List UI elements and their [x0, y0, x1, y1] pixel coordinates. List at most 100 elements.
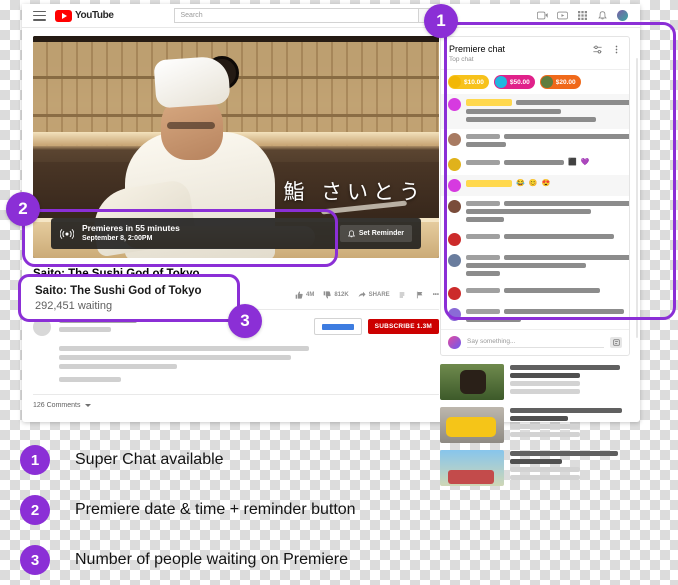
save-button[interactable]: [399, 291, 407, 299]
chat-emoji: ⬛: [568, 159, 577, 166]
chat-text-placeholder: [466, 142, 506, 147]
create-video-icon[interactable]: [537, 11, 548, 20]
chat-message-avatar: [448, 308, 461, 321]
page-scrollbar[interactable]: [636, 58, 638, 338]
comments-count: 126 Comments: [33, 402, 81, 409]
video-player[interactable]: 鮨 さいとう Premieres in 55 minutes September…: [33, 36, 439, 258]
superchat-amount: $50.00: [509, 78, 530, 86]
set-reminder-button[interactable]: Set Reminder: [339, 225, 412, 242]
legend-badge: 3: [20, 545, 50, 575]
hamburger-menu-icon[interactable]: [33, 10, 46, 21]
chat-emoji: 😂: [516, 180, 525, 187]
chat-message-body: [466, 308, 624, 325]
superchat-amount: $20.00: [555, 78, 576, 86]
youtube-logo-text: YouTube: [75, 10, 114, 21]
youtube-apps-icon[interactable]: [557, 11, 568, 20]
chat-text-placeholder: [466, 317, 521, 322]
youtube-window: YouTube Search 鮨 さいとう Premieres in 55 mi…: [22, 4, 640, 486]
chat-message[interactable]: 😂 😊 😍: [441, 175, 629, 196]
join-button[interactable]: [313, 318, 362, 335]
share-label: SHARE: [368, 292, 390, 298]
chat-message[interactable]: [441, 250, 629, 283]
premiere-chat-panel: Premiere chat Top chat $10.00 $50.00 $20…: [440, 36, 630, 356]
chat-message-line: [466, 142, 629, 147]
recommended-text-placeholder: [510, 373, 580, 378]
chat-message[interactable]: [441, 196, 629, 229]
chat-more-options-icon[interactable]: [612, 45, 621, 54]
comments-header[interactable]: 126 Comments: [33, 402, 440, 409]
search-input[interactable]: Search: [173, 8, 418, 23]
chat-message-avatar: [448, 287, 461, 300]
chat-emoji: 😊: [528, 180, 538, 187]
chat-message[interactable]: [441, 283, 629, 304]
chat-message[interactable]: [441, 129, 629, 154]
chat-message-avatar: [448, 158, 461, 171]
recommended-text-placeholder: [510, 416, 568, 421]
video-meta-row: 292,451 waiting 4M 812K SHARE •••: [33, 287, 439, 303]
description-line: [59, 346, 309, 351]
chat-input[interactable]: Say something...: [467, 338, 604, 348]
subscribe-button[interactable]: SUBSCRIBE 1.3M: [367, 319, 439, 334]
search-bar[interactable]: Search: [173, 8, 448, 23]
more-options-button[interactable]: •••: [433, 292, 439, 298]
like-button[interactable]: 4M: [295, 291, 314, 299]
superchat-pill[interactable]: $50.00: [493, 75, 535, 89]
chat-send-button[interactable]: [610, 337, 622, 348]
save-playlist-icon: [399, 292, 405, 298]
description-line: [59, 377, 121, 382]
chat-message[interactable]: [441, 229, 629, 250]
chat-user-avatar: [448, 336, 461, 349]
dislike-button[interactable]: 812K: [323, 291, 349, 299]
chat-filter-icon[interactable]: [593, 45, 602, 54]
share-button[interactable]: SHARE: [358, 291, 390, 299]
chat-title-group: Premiere chat Top chat: [449, 43, 505, 64]
notifications-bell-icon[interactable]: [597, 11, 608, 20]
chevron-down-icon[interactable]: [85, 404, 92, 407]
chat-message-line: 😂 😊 😍: [466, 180, 622, 187]
chat-message-body: [466, 98, 629, 125]
chat-username-placeholder: [466, 288, 500, 293]
video-action-row: 4M 812K SHARE •••: [295, 291, 439, 299]
recommended-text-placeholder: [510, 365, 620, 370]
thumbs-up-icon: [295, 291, 303, 299]
chat-message[interactable]: [441, 94, 629, 129]
channel-avatar[interactable]: [33, 318, 51, 336]
header-icon-group: [537, 10, 634, 21]
legend-text: Premiere date & time + reminder button: [75, 501, 356, 518]
grid-apps-icon[interactable]: [577, 11, 588, 20]
more-options-icon: •••: [432, 292, 439, 298]
youtube-logo[interactable]: YouTube: [55, 9, 114, 22]
page-title: Saito: The Sushi God of Tokyo: [33, 268, 200, 280]
chat-subtitle[interactable]: Top chat: [449, 55, 505, 64]
superchat-pill[interactable]: $20.00: [539, 75, 581, 89]
callout-badge-1: 1: [424, 4, 458, 38]
chat-text-placeholder: [466, 109, 561, 114]
chat-text-placeholder: [466, 217, 504, 222]
legend-row: 2 Premiere date & time + reminder button: [20, 485, 660, 535]
chat-message[interactable]: [441, 304, 629, 329]
chat-text-placeholder: [504, 234, 614, 239]
chef-hat-decor: [153, 55, 231, 109]
subscribe-label: SUBSCRIBE 1.3M: [374, 323, 432, 330]
channel-name-placeholder: [59, 318, 137, 323]
chat-message-body: ⬛ 💜: [466, 158, 622, 171]
chat-header-icons: [593, 43, 621, 54]
chat-message-line: [466, 255, 629, 260]
chat-message-line: [466, 134, 629, 139]
chat-message-avatar: [448, 200, 461, 213]
chat-username-placeholder: [466, 255, 500, 260]
chat-text-placeholder: [504, 160, 564, 165]
chat-message-body: [466, 254, 629, 279]
account-avatar[interactable]: [617, 10, 628, 21]
superchat-avatar: [449, 76, 461, 88]
like-count: 4M: [305, 292, 315, 298]
superchat-amount: $10.00: [464, 78, 484, 86]
legend-badge: 2: [20, 495, 50, 525]
report-button[interactable]: [416, 291, 424, 299]
chat-message[interactable]: ⬛ 💜: [441, 154, 629, 175]
superchat-pill[interactable]: $10.00: [448, 75, 489, 89]
search-placeholder: Search: [180, 12, 203, 19]
chat-message-list[interactable]: ⬛ 💜 😂 😊 😍: [441, 94, 629, 329]
chat-text-placeholder: [504, 288, 600, 293]
recommended-video-item[interactable]: [440, 364, 636, 400]
